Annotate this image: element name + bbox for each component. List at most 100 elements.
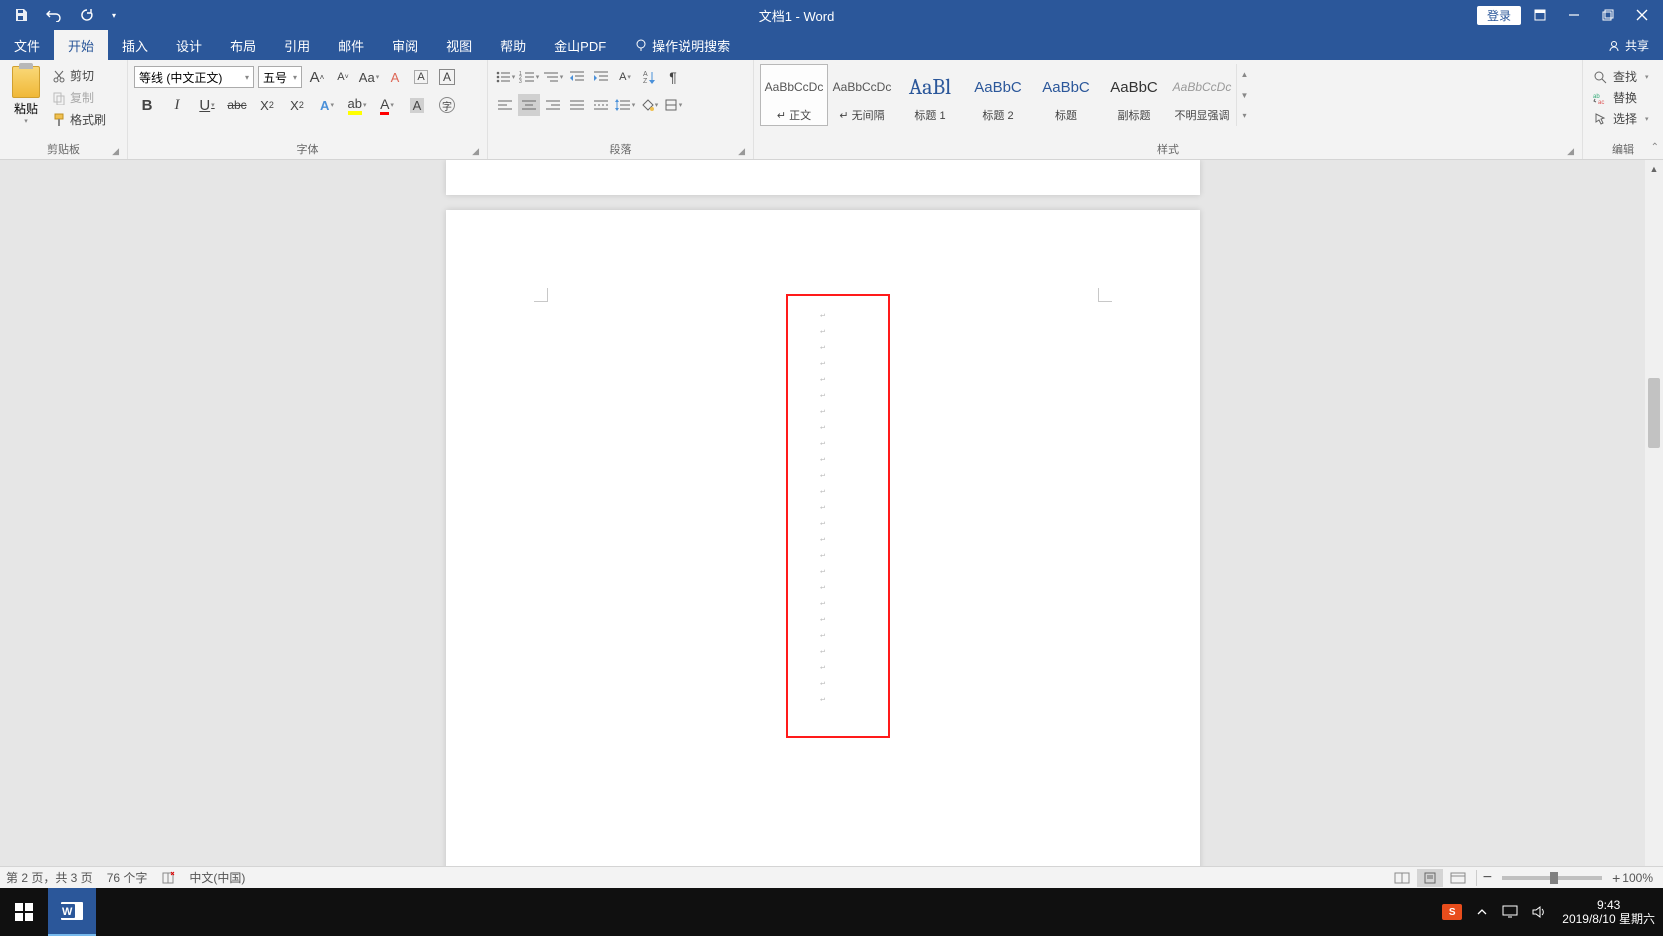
align-right-button[interactable] xyxy=(542,94,564,116)
minimize-button[interactable] xyxy=(1559,0,1589,30)
decrease-indent-button[interactable] xyxy=(566,66,588,88)
tab-references[interactable]: 引用 xyxy=(270,30,324,60)
align-center-button[interactable] xyxy=(518,94,540,116)
styles-more[interactable]: ▾ xyxy=(1237,105,1252,126)
sogou-ime-icon[interactable]: S xyxy=(1442,904,1462,920)
scroll-up-button[interactable]: ▲ xyxy=(1645,160,1663,178)
ribbon-display-options[interactable] xyxy=(1525,0,1555,30)
tab-insert[interactable]: 插入 xyxy=(108,30,162,60)
select-button[interactable]: 选择▾ xyxy=(1589,110,1653,127)
shrink-font-button[interactable]: A˅ xyxy=(332,66,354,88)
language-indicator[interactable]: 中文(中国) xyxy=(189,869,245,886)
borders-button[interactable]: ▾ xyxy=(662,94,684,116)
bold-button[interactable]: B xyxy=(134,94,160,116)
sort-button[interactable]: AZ xyxy=(638,66,660,88)
change-case-button[interactable]: Aa▾ xyxy=(358,66,380,88)
tab-file[interactable]: 文件 xyxy=(0,30,54,60)
underline-button[interactable]: U▾ xyxy=(194,94,220,116)
font-name-combo[interactable]: 等线 (中文正文)▾ xyxy=(134,66,254,88)
tab-mailings[interactable]: 邮件 xyxy=(324,30,378,60)
view-read-mode[interactable] xyxy=(1389,869,1415,887)
qat-customize[interactable]: ▾ xyxy=(112,11,116,20)
cut-button[interactable]: 剪切 xyxy=(50,66,108,85)
page-1-bottom[interactable] xyxy=(446,160,1200,195)
style-heading1[interactable]: AaBl 标题 1 xyxy=(896,64,964,126)
page-2[interactable]: ↵↵↵↵↵↵↵↵↵↵↵↵↵↵↵↵↵↵↵↵↵↵↵↵↵ xyxy=(446,210,1200,908)
align-justify-button[interactable] xyxy=(566,94,588,116)
tab-home[interactable]: 开始 xyxy=(54,30,108,60)
tab-layout[interactable]: 布局 xyxy=(216,30,270,60)
zoom-level[interactable]: 100% xyxy=(1622,871,1653,885)
login-button[interactable]: 登录 xyxy=(1477,6,1521,25)
font-launcher[interactable]: ◢ xyxy=(472,146,479,157)
start-button[interactable] xyxy=(0,888,48,936)
zoom-slider-handle[interactable] xyxy=(1550,872,1558,884)
clipboard-launcher[interactable]: ◢ xyxy=(112,146,119,157)
style-subtle-emphasis[interactable]: AaBbCcDc 不明显强调 xyxy=(1168,64,1236,126)
multilevel-list-button[interactable]: ▾ xyxy=(542,66,564,88)
show-marks-button[interactable]: ¶ xyxy=(662,66,684,88)
paragraph-launcher[interactable]: ◢ xyxy=(738,146,745,157)
style-no-spacing[interactable]: AaBbCcDc ↵ 无间隔 xyxy=(828,64,896,126)
shading-button[interactable]: ▾ xyxy=(638,94,660,116)
tray-chevron-up[interactable] xyxy=(1476,906,1488,918)
zoom-out-button[interactable]: − xyxy=(1483,869,1492,887)
grow-font-button[interactable]: A˄ xyxy=(306,66,328,88)
font-size-combo[interactable]: 五号▾ xyxy=(258,66,302,88)
paste-button[interactable]: 粘贴 ▾ xyxy=(6,64,46,127)
document-area[interactable]: ↵↵↵↵↵↵↵↵↵↵↵↵↵↵↵↵↵↵↵↵↵↵↵↵↵ xyxy=(0,160,1645,908)
tab-view[interactable]: 视图 xyxy=(432,30,486,60)
increase-indent-button[interactable] xyxy=(590,66,612,88)
text-effects-button[interactable]: A▾ xyxy=(314,94,340,116)
styles-scroll-down[interactable]: ▼ xyxy=(1237,85,1252,106)
zoom-in-button[interactable]: + xyxy=(1612,870,1620,886)
asian-layout-button[interactable]: A▾ xyxy=(614,66,636,88)
view-print-layout[interactable] xyxy=(1417,869,1443,887)
strikethrough-button[interactable]: abc xyxy=(224,94,250,116)
line-spacing-button[interactable]: ▾ xyxy=(614,94,636,116)
collapse-ribbon-button[interactable]: ⌃ xyxy=(1651,142,1659,153)
page-indicator[interactable]: 第 2 页，共 3 页 xyxy=(6,869,93,886)
tell-me-search[interactable]: 操作说明搜索 xyxy=(620,30,744,60)
style-subtitle[interactable]: AaBbC 副标题 xyxy=(1100,64,1168,126)
share-button[interactable]: 共享 xyxy=(1594,30,1663,60)
undo-button[interactable] xyxy=(46,8,62,22)
word-count[interactable]: 76 个字 xyxy=(107,869,148,886)
proofing-button[interactable] xyxy=(161,871,175,885)
scroll-thumb[interactable] xyxy=(1648,378,1660,448)
numbering-button[interactable]: 123▾ xyxy=(518,66,540,88)
phonetic-button[interactable]: A xyxy=(384,66,406,88)
replace-button[interactable]: abac 替换 xyxy=(1589,89,1653,106)
enclose-char-button[interactable]: 字 xyxy=(434,94,460,116)
tab-review[interactable]: 审阅 xyxy=(378,30,432,60)
zoom-slider[interactable] xyxy=(1502,876,1602,880)
char-border-button[interactable]: A xyxy=(436,66,458,88)
align-distribute-button[interactable] xyxy=(590,94,612,116)
tab-design[interactable]: 设计 xyxy=(162,30,216,60)
subscript-button[interactable]: X2 xyxy=(254,94,280,116)
save-button[interactable] xyxy=(14,8,28,22)
highlight-button[interactable]: ab▾ xyxy=(344,94,370,116)
tab-help[interactable]: 帮助 xyxy=(486,30,540,60)
volume-icon[interactable] xyxy=(1532,905,1548,919)
style-title[interactable]: AaBbC 标题 xyxy=(1032,64,1100,126)
style-normal[interactable]: AaBbCcDc ↵ 正文 xyxy=(760,64,828,126)
clock[interactable]: 9:43 2019/8/10 星期六 xyxy=(1562,898,1655,927)
copy-button[interactable]: 复制 xyxy=(50,88,108,107)
word-task-button[interactable]: W xyxy=(48,888,96,936)
styles-scroll-up[interactable]: ▲ xyxy=(1237,64,1252,85)
view-web-layout[interactable] xyxy=(1445,869,1471,887)
redo-button[interactable] xyxy=(80,8,94,22)
style-heading2[interactable]: AaBbC 标题 2 xyxy=(964,64,1032,126)
maximize-button[interactable] xyxy=(1593,0,1623,30)
find-button[interactable]: 查找▾ xyxy=(1589,68,1653,85)
superscript-button[interactable]: X2 xyxy=(284,94,310,116)
styles-launcher[interactable]: ◢ xyxy=(1567,146,1574,157)
network-icon[interactable] xyxy=(1502,905,1518,919)
align-left-button[interactable] xyxy=(494,94,516,116)
char-shading-button[interactable]: A xyxy=(404,94,430,116)
font-color-button[interactable]: A▾ xyxy=(374,94,400,116)
scroll-track[interactable] xyxy=(1645,178,1663,890)
format-painter-button[interactable]: 格式刷 xyxy=(50,110,108,129)
close-button[interactable] xyxy=(1627,0,1657,30)
